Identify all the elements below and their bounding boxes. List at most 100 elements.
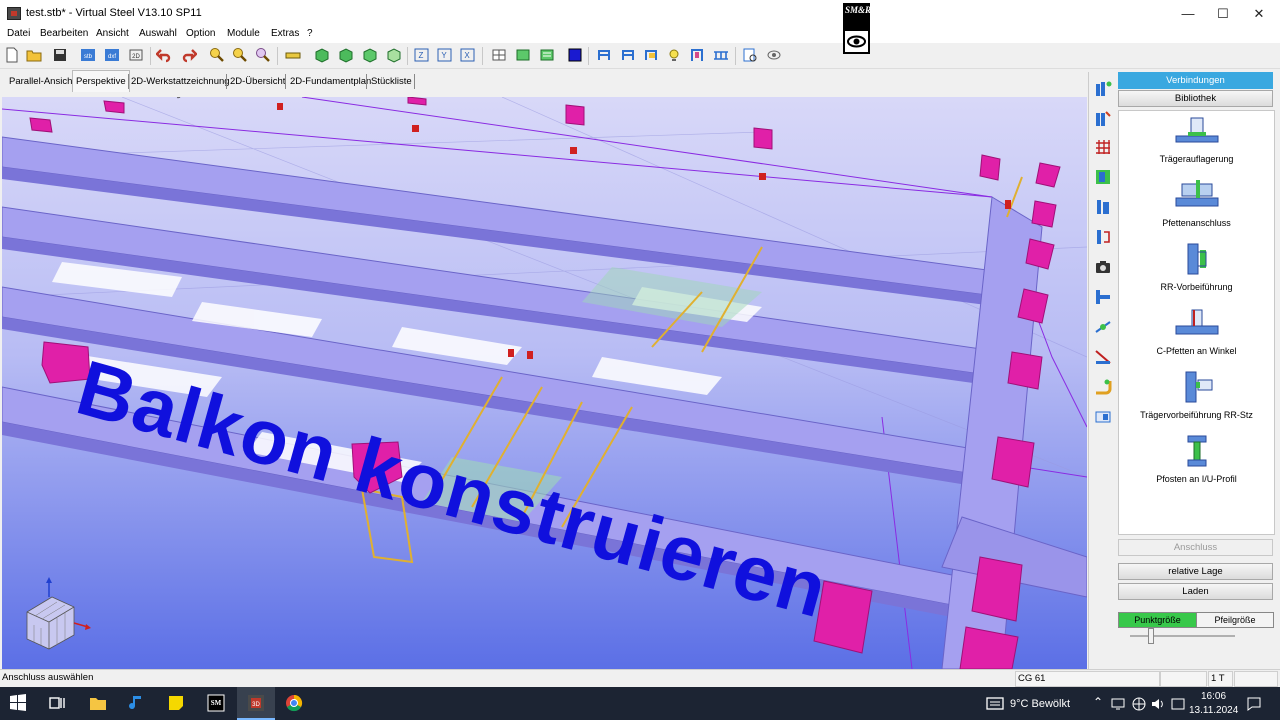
maximize-button[interactable]: ☐	[1205, 0, 1241, 27]
menu-auswahl[interactable]: Auswahl	[139, 28, 177, 39]
globe-icon[interactable]	[1131, 696, 1147, 712]
plate-connection-icon[interactable]	[1094, 168, 1112, 186]
weather-icon[interactable]	[985, 693, 1005, 713]
menu-bearbeiten[interactable]: Bearbeiten	[40, 28, 88, 39]
cube-view-4-icon[interactable]	[386, 47, 402, 63]
verbindungen-button[interactable]: Verbindungen	[1118, 72, 1273, 89]
tube-bypass-icon	[1187, 243, 1206, 275]
beam-edit-icon[interactable]	[1094, 110, 1112, 128]
minimize-button[interactable]: —	[1170, 0, 1206, 27]
tab-stueckliste[interactable]: Stückliste	[368, 71, 415, 91]
plate-icon[interactable]	[1094, 408, 1112, 426]
tray-chevron-icon[interactable]: ⌃	[1093, 695, 1103, 709]
beam-connection-icon[interactable]	[1094, 80, 1112, 98]
library-item[interactable]: Trägervorbeiführung RR-Stz	[1119, 370, 1274, 430]
library-item[interactable]: RR-Vorbeiführung	[1119, 242, 1274, 302]
menu-module[interactable]: Module	[227, 28, 260, 39]
menu-extras[interactable]: Extras	[271, 28, 299, 39]
column-edit-icon[interactable]	[1094, 228, 1112, 246]
camera-icon[interactable]	[1094, 258, 1112, 276]
size-slider-track[interactable]	[1130, 635, 1235, 637]
settings-icon[interactable]	[766, 47, 782, 63]
zoom-in-icon[interactable]	[209, 47, 225, 63]
library-item[interactable]: Pfettenanschluss	[1119, 178, 1274, 238]
library-item[interactable]: Pfosten an I/U-Profil	[1119, 434, 1274, 494]
notifications-icon[interactable]	[1246, 696, 1262, 712]
undo-icon[interactable]	[156, 47, 172, 63]
bend-icon[interactable]	[1094, 378, 1112, 396]
clock-time[interactable]: 16:06	[1201, 691, 1226, 702]
anschluss-button[interactable]: Anschluss	[1118, 539, 1273, 556]
laden-button[interactable]: Laden	[1118, 583, 1273, 600]
connections-panel: Verbindungen Bibliothek Trägerauflagerun…	[1117, 72, 1277, 669]
close-button[interactable]: ✕	[1241, 0, 1277, 27]
column-icon[interactable]	[1094, 198, 1112, 216]
music-app-icon[interactable]	[127, 693, 147, 713]
structure-2-icon[interactable]	[620, 47, 636, 63]
dxf-export-icon[interactable]: dxf	[104, 47, 120, 63]
profile-icon[interactable]	[1094, 288, 1112, 306]
structure-1-icon[interactable]	[596, 47, 612, 63]
truss-icon[interactable]	[713, 47, 729, 63]
select-x-icon[interactable]: X	[460, 47, 476, 63]
tab-parallel-ansicht[interactable]: Parallel-Ansicht	[6, 71, 78, 91]
layer-list-icon[interactable]	[539, 47, 555, 63]
pfeilgroesse-toggle[interactable]: Pfeilgröße	[1196, 613, 1273, 627]
menu-ansicht[interactable]: Ansicht	[96, 28, 129, 39]
toolbar-separator	[588, 47, 589, 65]
layer-green-icon[interactable]	[515, 47, 531, 63]
tab-2d-fundamentplan[interactable]: 2D-Fundamentplan	[287, 71, 374, 91]
virtual-steel-task[interactable]: 3D	[237, 687, 275, 720]
3d-viewport[interactable]: Balkon konstruieren	[2, 97, 1087, 669]
file-explorer-icon[interactable]	[88, 693, 108, 713]
tab-perspektive[interactable]: Perspektive	[72, 70, 130, 92]
bibliothek-button[interactable]: Bibliothek	[1118, 90, 1273, 107]
menu-datei[interactable]: Datei	[7, 28, 30, 39]
frame-icon[interactable]	[689, 47, 705, 63]
punktgroesse-toggle[interactable]: Punktgröße	[1119, 613, 1196, 627]
clock-date[interactable]: 13.11.2024	[1189, 705, 1238, 716]
light-icon[interactable]	[666, 47, 682, 63]
tab-2d-uebersicht[interactable]: 2D-Übersicht	[227, 71, 288, 91]
menu-option[interactable]: Option	[186, 28, 215, 39]
stb-export-icon[interactable]: stb	[80, 47, 96, 63]
smr-logo: SM&R	[843, 3, 871, 54]
grid-icon[interactable]	[491, 47, 507, 63]
toolbar-separator	[482, 47, 483, 65]
size-slider-thumb[interactable]	[1148, 628, 1154, 644]
select-y-icon[interactable]: Y	[437, 47, 453, 63]
grid-raster-icon[interactable]	[1094, 138, 1112, 156]
sticky-notes-icon[interactable]	[166, 693, 186, 713]
new-file-icon[interactable]	[4, 47, 20, 63]
open-folder-icon[interactable]	[26, 47, 42, 63]
zoom-window-icon[interactable]	[255, 47, 271, 63]
save-icon[interactable]	[52, 47, 68, 63]
relative-lage-button[interactable]: relative Lage	[1118, 563, 1273, 580]
cube-view-3-icon[interactable]	[362, 47, 378, 63]
cube-view-1-icon[interactable]	[314, 47, 330, 63]
color-blue-icon[interactable]	[567, 47, 583, 63]
volume-icon[interactable]	[1150, 696, 1166, 712]
weather-text[interactable]: 9°C Bewölkt	[1010, 698, 1070, 710]
language-icon[interactable]	[1170, 696, 1186, 712]
diagonal-icon[interactable]	[1094, 348, 1112, 366]
smr-taskbar-icon[interactable]: SM	[206, 693, 226, 713]
tab-2d-werkstattzeichnung[interactable]: 2D-Werkstattzeichnung	[128, 71, 233, 91]
cube-view-2-icon[interactable]	[338, 47, 354, 63]
library-item[interactable]: C-Pfetten an Winkel	[1119, 306, 1274, 366]
weld-icon[interactable]	[1094, 318, 1112, 336]
structure-3-icon[interactable]	[643, 47, 659, 63]
redo-icon[interactable]	[181, 47, 197, 63]
measure-icon[interactable]	[285, 47, 301, 63]
print-preview-icon[interactable]	[742, 47, 758, 63]
network-icon[interactable]	[1110, 696, 1126, 712]
library-item[interactable]: Trägerauflagerung	[1119, 114, 1274, 174]
task-view-icon[interactable]	[47, 693, 67, 713]
eye-icon[interactable]	[845, 31, 868, 52]
chrome-icon[interactable]	[284, 693, 304, 713]
windows-start-icon[interactable]	[8, 693, 28, 713]
export-2d-icon[interactable]: 2D	[128, 47, 144, 63]
menu-help[interactable]: ?	[307, 28, 313, 39]
zoom-out-icon[interactable]	[232, 47, 248, 63]
select-z-icon[interactable]: Z	[414, 47, 430, 63]
